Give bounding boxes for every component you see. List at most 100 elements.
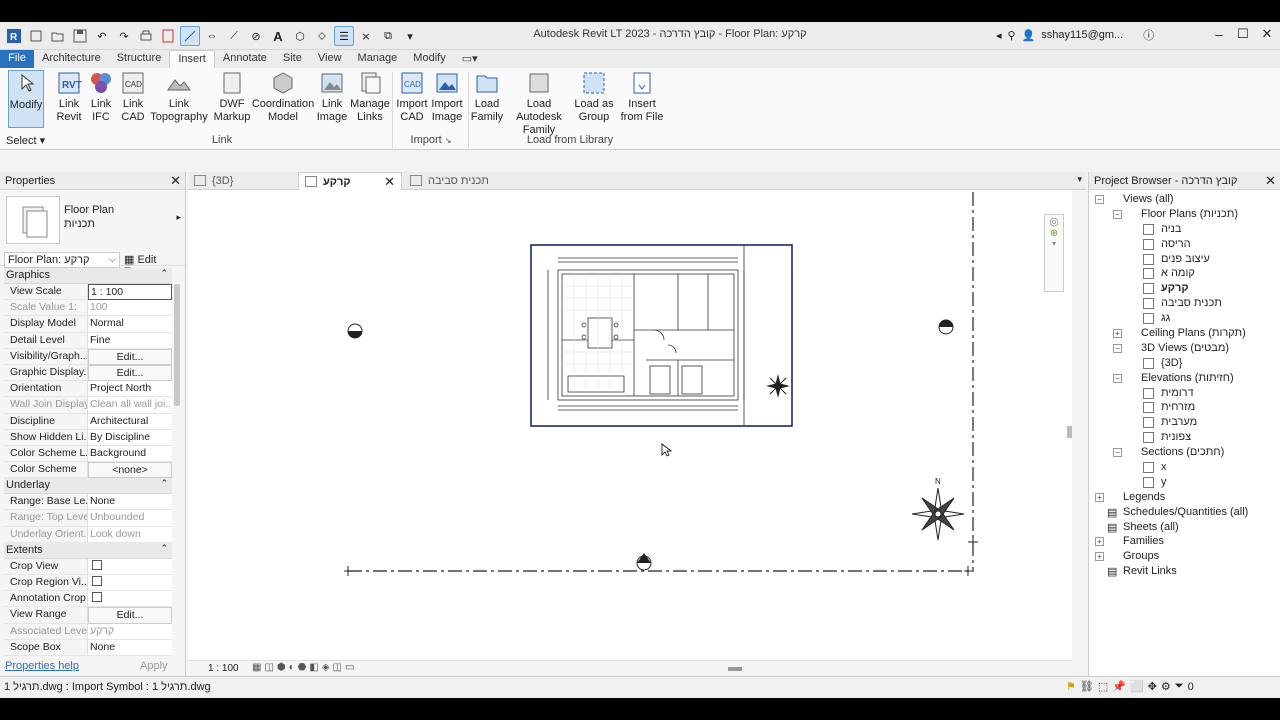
worksets-icon[interactable]: ⚑	[1066, 680, 1076, 693]
prop-value[interactable]: Background	[88, 445, 172, 463]
tab-3d-view[interactable]: {3D}	[188, 172, 296, 190]
filter-icon[interactable]: ⏷	[1175, 680, 1184, 693]
view-range-edit-button[interactable]: Edit...	[88, 607, 172, 624]
tab-annotate[interactable]: Annotate	[215, 50, 275, 68]
print-icon[interactable]	[136, 26, 156, 46]
browser-node[interactable]: + Families	[1089, 534, 1280, 549]
dwf-markup-button[interactable]: DWF Markup	[214, 70, 250, 124]
instance-selector[interactable]: Floor Plan: קרקע ⌵	[4, 252, 120, 268]
browser-node[interactable]: − 3D Views (מבטים)	[1089, 341, 1280, 356]
expand-icon[interactable]: +	[1113, 329, 1122, 339]
section-underlay[interactable]: Underlay ⌃	[4, 478, 172, 495]
close-icon[interactable]: ✕	[170, 173, 181, 189]
help-icon[interactable]: ⓘ	[1143, 27, 1154, 43]
thin-lines-icon[interactable]	[180, 26, 200, 46]
background-process-icon[interactable]: ⚙	[1161, 680, 1171, 693]
browser-node[interactable]: − Sections (חתכים)	[1089, 445, 1280, 460]
select-dropdown[interactable]: Select ▾	[6, 134, 45, 147]
tab-structure[interactable]: Structure	[109, 50, 170, 68]
close-icon[interactable]: ✕	[1260, 25, 1274, 43]
section-tail-x[interactable]	[964, 566, 972, 576]
qat-dropdown-icon[interactable]: ▾	[400, 26, 420, 46]
elevation-marker-south[interactable]	[636, 553, 652, 571]
expand-icon[interactable]: +	[1095, 552, 1104, 562]
panel-launcher-icon[interactable]: ↘	[445, 136, 452, 145]
section-icon[interactable]: ⬦	[312, 26, 332, 46]
contextual-dropdown-icon[interactable]: ▭▾	[454, 50, 486, 68]
collapse-icon[interactable]: −	[1113, 343, 1122, 353]
link-image-button[interactable]: Link Image	[316, 70, 348, 124]
browser-node[interactable]: + Ceiling Plans (תקרות)	[1089, 326, 1280, 341]
select-face-icon[interactable]: ⬜	[1130, 680, 1144, 693]
measure-icon[interactable]: ⇔	[202, 26, 222, 46]
tab-view[interactable]: View	[310, 50, 350, 68]
tab-manage[interactable]: Manage	[350, 50, 406, 68]
view-scale-input[interactable]: 1 : 100	[88, 284, 172, 301]
prop-value[interactable]: Project North	[88, 381, 172, 398]
tile-views-icon[interactable]: ⧉	[378, 26, 398, 46]
browser-node[interactable]: {3D}	[1089, 356, 1280, 371]
expand-icon[interactable]: +	[1095, 492, 1104, 502]
left-arrow-icon[interactable]: ◂	[996, 29, 1002, 42]
revit-logo-icon[interactable]: R	[4, 26, 24, 46]
browser-node[interactable]: עיצוב פנים	[1089, 252, 1280, 267]
drag-elements-icon[interactable]: ✥	[1148, 680, 1157, 693]
browser-node[interactable]: x	[1089, 460, 1280, 475]
open-icon[interactable]	[48, 26, 68, 46]
link-revit-button[interactable]: RVT Link Revit	[54, 70, 84, 124]
vertical-scrollbar[interactable]	[1067, 426, 1072, 438]
elevation-marker-east[interactable]	[938, 319, 954, 335]
prop-value[interactable]: Architectural	[88, 413, 172, 430]
close-hidden-icon[interactable]: ⨯	[356, 26, 376, 46]
browser-node[interactable]: + Legends	[1089, 490, 1280, 505]
tab-file[interactable]: File	[0, 50, 34, 68]
browser-node[interactable]: מערבית	[1089, 415, 1280, 430]
tab-site-plan[interactable]: תכנית סביבה	[404, 172, 524, 190]
maximize-icon[interactable]: ☐	[1236, 25, 1250, 43]
link-ifc-button[interactable]: Link IFC	[88, 70, 114, 124]
load-as-group-button[interactable]: Load as Group	[574, 70, 614, 124]
redo-icon[interactable]: ↷	[114, 26, 134, 46]
browser-node[interactable]: y	[1089, 475, 1280, 490]
crop-region-checkbox[interactable]	[92, 576, 102, 586]
save-icon[interactable]	[70, 26, 90, 46]
browser-node[interactable]: מזרחית	[1089, 400, 1280, 415]
section-extents[interactable]: Extents ⌃	[4, 542, 172, 559]
nav-dropdown-icon[interactable]: ▾	[1045, 239, 1063, 248]
graphic-display-edit-button[interactable]: Edit...	[88, 364, 172, 382]
import-image-button[interactable]: Import Image	[430, 70, 464, 124]
view-control-icons[interactable]: ▦◫⬢◐⬣◧◈◫▭	[252, 662, 357, 673]
tab-insert[interactable]: Insert	[169, 50, 215, 68]
browser-node[interactable]: − Floor Plans (תכניות)	[1089, 207, 1280, 222]
load-family-button[interactable]: Load Family	[470, 70, 504, 124]
prop-value[interactable]: None	[88, 639, 172, 656]
switch-windows-icon[interactable]: ☰	[334, 26, 354, 46]
dimension-icon[interactable]: ⟋	[224, 26, 244, 46]
undo-icon[interactable]: ↶	[92, 26, 112, 46]
navigation-bar[interactable]: ◎ ⊕ ▾	[1044, 214, 1064, 292]
load-autodesk-family-button[interactable]: Load Autodesk Family	[504, 70, 574, 137]
insert-from-file-button[interactable]: Insert from File	[618, 70, 666, 124]
browser-node[interactable]: ▤ Schedules/Quantities (all)	[1089, 505, 1280, 520]
select-links-icon[interactable]: ⛓	[1080, 680, 1094, 693]
import-symbol-frame[interactable]	[530, 244, 793, 427]
pdf-icon[interactable]	[158, 26, 178, 46]
browser-node[interactable]: בניה	[1089, 222, 1280, 237]
visibility-edit-button[interactable]: Edit...	[88, 348, 172, 365]
browser-node[interactable]: צפונית	[1089, 430, 1280, 445]
properties-help-link[interactable]: Properties help	[5, 660, 79, 672]
user-name[interactable]: sshay115@gm...	[1041, 29, 1123, 41]
section-head-x[interactable]	[344, 566, 352, 576]
view-scale-button[interactable]: 1 : 100	[208, 663, 239, 674]
steering-wheel-icon[interactable]: ◎	[1045, 215, 1063, 228]
browser-node[interactable]: − Elevations (חזיתות)	[1089, 371, 1280, 386]
prop-value[interactable]: By Discipline	[88, 429, 172, 446]
home-icon[interactable]	[26, 26, 46, 46]
browser-node[interactable]: + Groups	[1089, 549, 1280, 564]
section-head-y[interactable]	[968, 537, 978, 547]
tabs-dropdown-icon[interactable]: ▾	[1077, 174, 1082, 185]
prop-value[interactable]: Normal	[88, 316, 172, 333]
browser-node[interactable]: הריסה	[1089, 237, 1280, 252]
link-topography-button[interactable]: Link Topography	[150, 70, 208, 124]
type-dropdown-icon[interactable]: ▸	[176, 212, 181, 223]
